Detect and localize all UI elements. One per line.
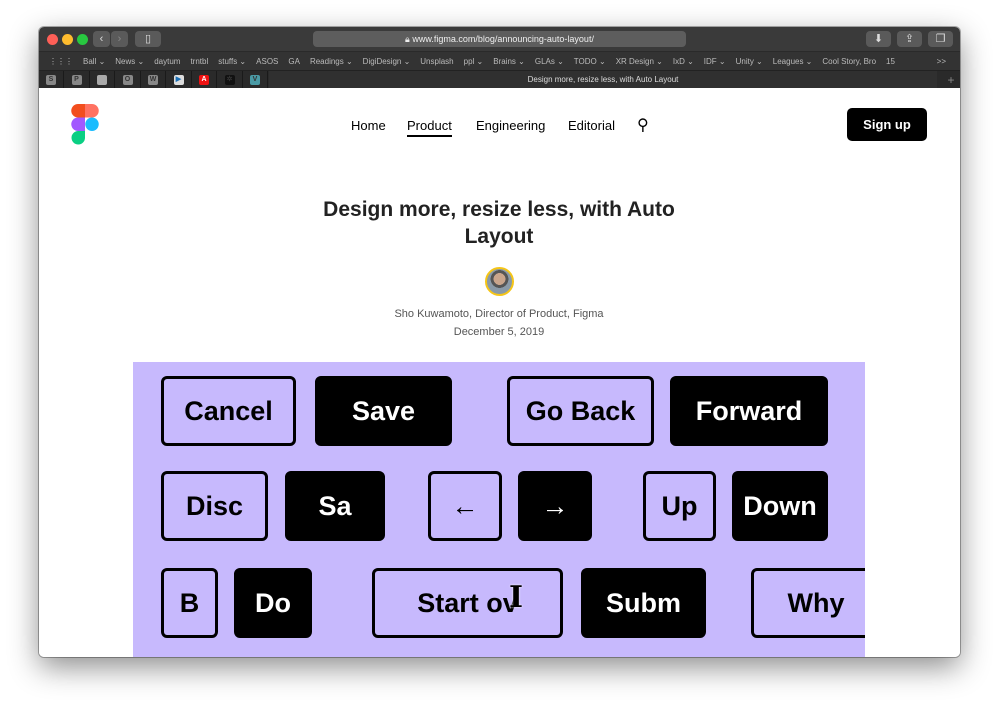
nav-product[interactable]: Product: [407, 118, 452, 137]
illustration-button: Subm: [581, 568, 706, 638]
bookmark-item[interactable]: Unity ⌄: [736, 57, 763, 66]
hero-illustration: Cancel Save Go Back Forward Disc Sa ← → Up Down B D…: [133, 362, 865, 657]
text-cursor-icon: I: [509, 580, 524, 615]
bookmark-item[interactable]: GLAs ⌄: [535, 57, 564, 66]
signup-button[interactable]: Sign up: [847, 108, 927, 141]
bookmark-item[interactable]: News ⌄: [115, 57, 144, 66]
pinned-tab[interactable]: S: [39, 71, 64, 89]
article-author: Sho Kuwamoto, Director of Product, Figma: [394, 308, 604, 320]
share-icon[interactable]: ⇪: [897, 31, 922, 47]
pinned-tab[interactable]: [90, 71, 115, 89]
bookmark-item[interactable]: 15: [886, 57, 895, 66]
browser-window: ‹ › ▯ 🔒︎ www.figma.com/blog/announcing-a…: [39, 27, 960, 657]
back-button[interactable]: ‹: [93, 31, 110, 47]
illustration-button: Down: [732, 471, 828, 541]
bookmark-item[interactable]: Readings ⌄: [310, 57, 353, 66]
page-content: Home Product Engineering Editorial ⚲ Sig…: [39, 88, 960, 657]
bookmark-item[interactable]: ASOS: [256, 57, 278, 66]
bookmark-item[interactable]: Unsplash: [420, 57, 453, 66]
bookmark-item[interactable]: trntbl: [190, 57, 208, 66]
minimize-window-button[interactable]: [62, 34, 73, 45]
browser-toolbar: ‹ › ▯ 🔒︎ www.figma.com/blog/announcing-a…: [39, 27, 960, 51]
illustration-button: B: [161, 568, 218, 638]
tab-favicon: V: [250, 75, 260, 85]
bookmark-item[interactable]: daytum: [154, 57, 180, 66]
bookmark-item[interactable]: XR Design ⌄: [616, 57, 663, 66]
illustration-button: Forward: [670, 376, 828, 446]
tab-favicon: A: [199, 75, 209, 85]
pinned-tab[interactable]: A: [192, 71, 217, 89]
pinned-tab[interactable]: ✲: [218, 71, 243, 89]
illustration-button: Up: [643, 471, 716, 541]
bookmark-item[interactable]: DigiDesign ⌄: [363, 57, 411, 66]
tab-favicon: S: [46, 75, 56, 85]
bookmark-item[interactable]: ppl ⌄: [464, 57, 484, 66]
illustration-button: Go Back: [507, 376, 654, 446]
pinned-tab[interactable]: V: [243, 71, 268, 89]
figma-logo[interactable]: [71, 104, 99, 145]
search-icon[interactable]: ⚲: [637, 115, 649, 135]
tab-favicon: ✲: [224, 75, 235, 85]
bookmark-item[interactable]: Leagues ⌄: [773, 57, 813, 66]
bookmark-item[interactable]: IxD ⌄: [673, 57, 694, 66]
author-avatar: [485, 267, 514, 296]
nav-home[interactable]: Home: [351, 118, 386, 133]
illustration-button: Sa: [285, 471, 385, 541]
forward-button[interactable]: ›: [111, 31, 128, 47]
tab-favicon: P: [71, 75, 82, 85]
bookmark-item[interactable]: GA: [288, 57, 300, 66]
pinned-tab[interactable]: W: [141, 71, 166, 89]
illustration-button: ←: [428, 471, 502, 541]
grid-icon[interactable]: ⋮⋮⋮: [49, 57, 73, 66]
tab-favicon: O: [122, 75, 133, 85]
close-window-button[interactable]: [47, 34, 58, 45]
illustration-button: Start ov: [372, 568, 563, 638]
sidebar-icon[interactable]: ▯: [135, 31, 161, 47]
pinned-tab[interactable]: ▶: [167, 71, 192, 89]
bookmark-item[interactable]: IDF ⌄: [704, 57, 726, 66]
illustration-button: Do: [234, 568, 312, 638]
new-tab-button[interactable]: +: [942, 71, 960, 89]
illustration-button: Save: [315, 376, 452, 446]
bookmarks-overflow[interactable]: >>: [937, 57, 946, 66]
illustration-button: Disc: [161, 471, 268, 541]
bookmark-item[interactable]: Cool Story, Bro: [822, 57, 876, 66]
bookmark-item[interactable]: Ball ⌄: [83, 57, 105, 66]
pinned-tab[interactable]: P: [65, 71, 90, 89]
nav-editorial[interactable]: Editorial: [568, 118, 615, 133]
tab-favicon: [97, 75, 107, 85]
tab-bar: Design more, resize less, with Auto Layo…: [39, 70, 960, 89]
tabs-overview-icon[interactable]: ❐: [928, 31, 953, 47]
nav-engineering[interactable]: Engineering: [476, 118, 545, 133]
article-date: December 5, 2019: [453, 326, 545, 338]
maximize-window-button[interactable]: [77, 34, 88, 45]
pinned-tab[interactable]: O: [116, 71, 141, 89]
tab-favicon: W: [148, 75, 158, 85]
bookmarks-bar: ⋮⋮⋮ Ball ⌄ News ⌄ daytum trntbl stuffs ⌄ ASOS…: [39, 51, 960, 70]
tab-favicon: ▶: [173, 75, 184, 85]
bookmark-item[interactable]: TODO ⌄: [574, 57, 606, 66]
article-title: Design more, resize less, with Auto Layo…: [323, 198, 675, 248]
illustration-button: Why: [751, 568, 865, 638]
illustration-button: →: [518, 471, 592, 541]
address-bar[interactable]: 🔒︎ www.figma.com/blog/announcing-auto-la…: [313, 31, 686, 47]
bookmark-item[interactable]: Brains ⌄: [493, 57, 525, 66]
active-tab[interactable]: Design more, resize less, with Auto Layo…: [269, 71, 937, 89]
bookmark-item[interactable]: stuffs ⌄: [218, 57, 246, 66]
illustration-button: Cancel: [161, 376, 296, 446]
downloads-icon[interactable]: ⬇: [866, 31, 891, 47]
